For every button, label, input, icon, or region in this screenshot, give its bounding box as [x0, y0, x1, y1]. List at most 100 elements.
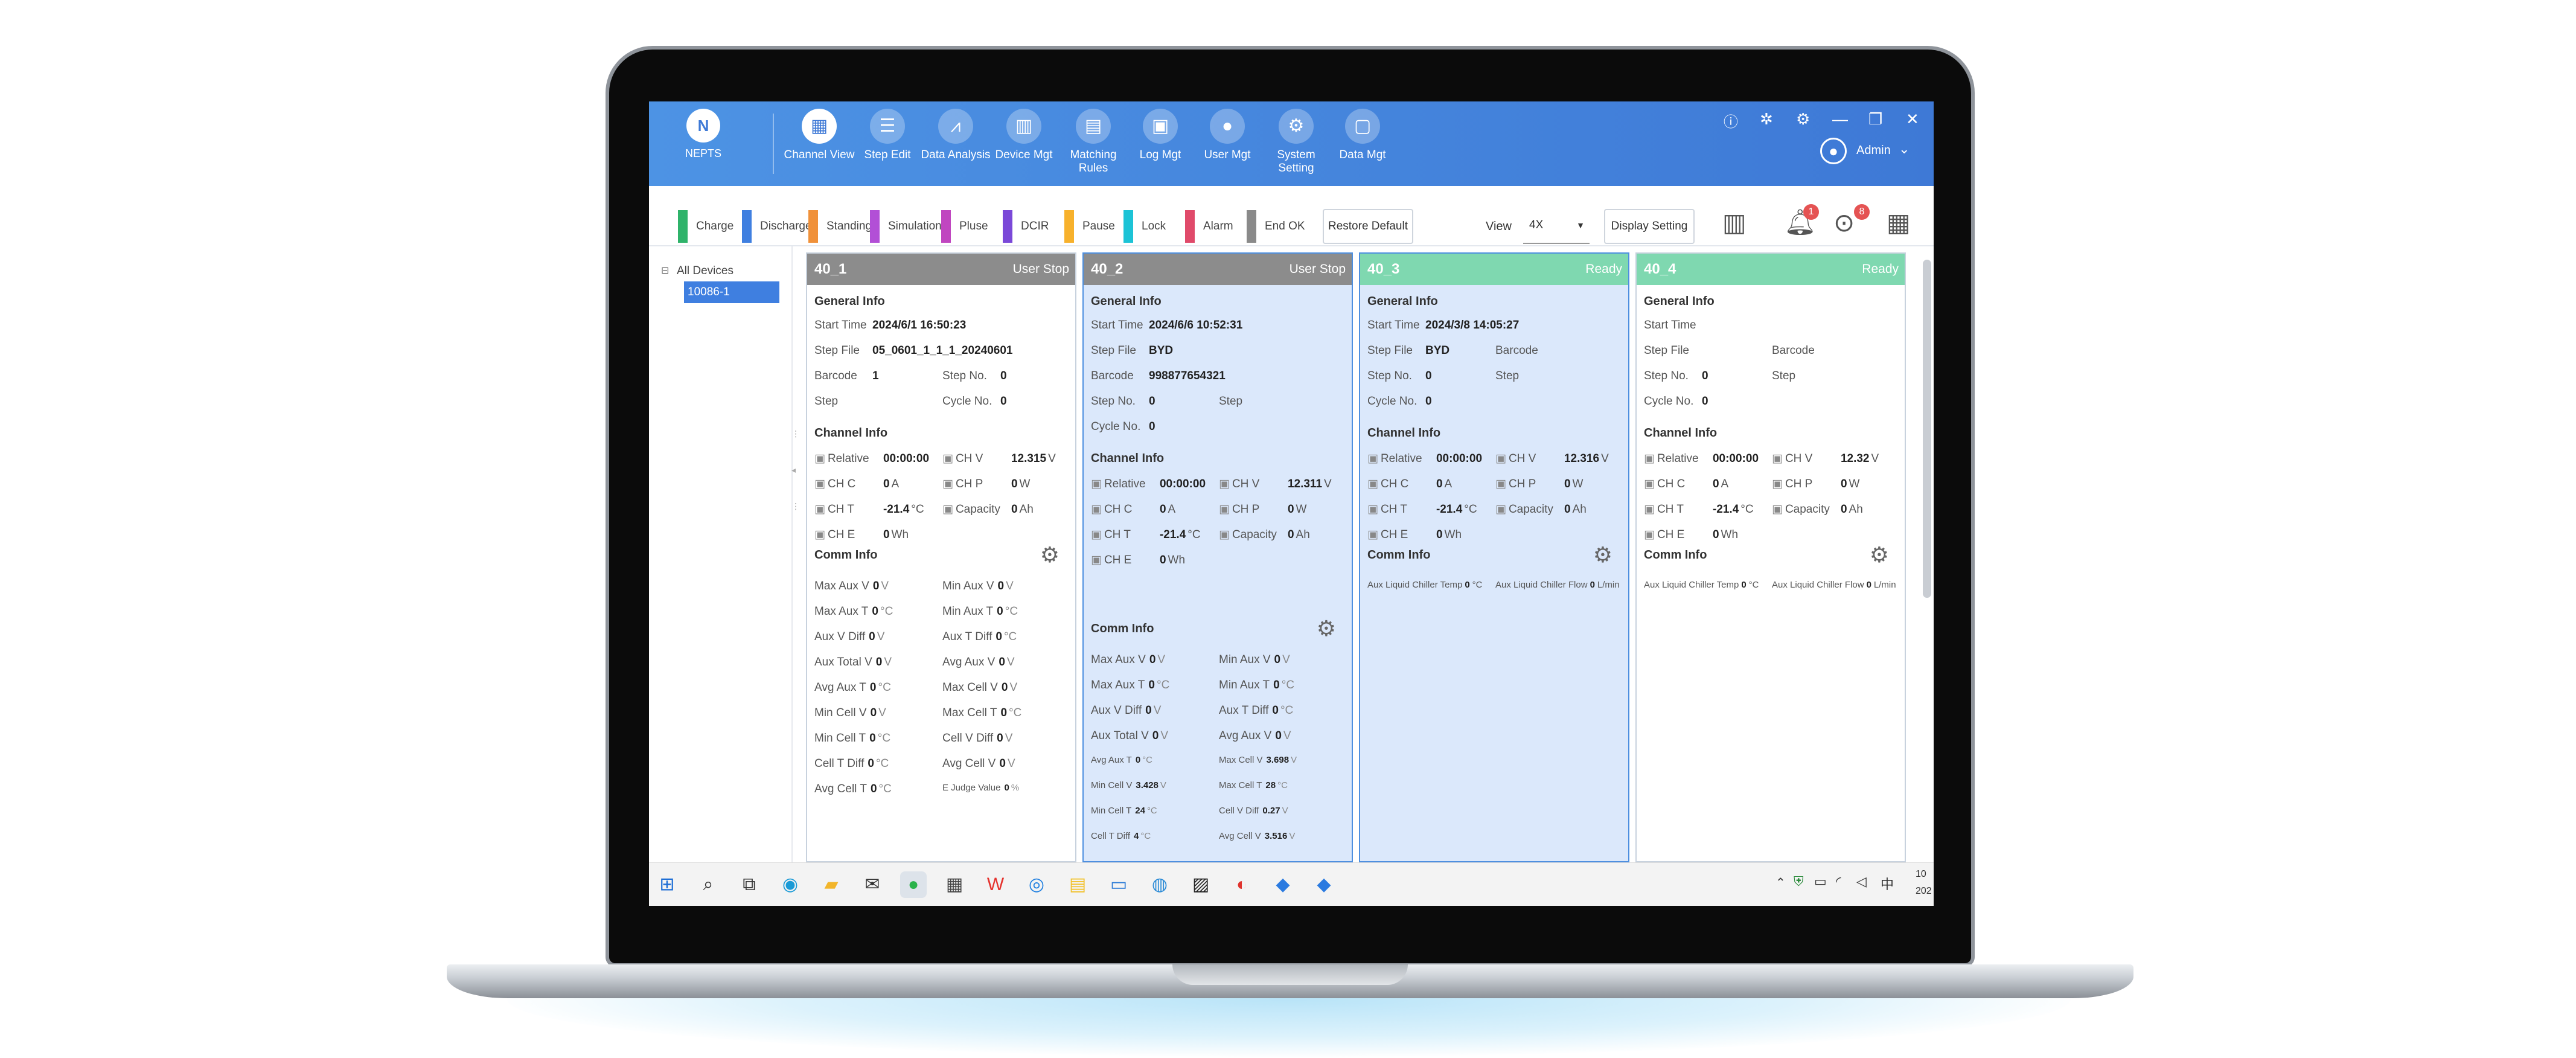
ch-e-label: CH E	[1380, 528, 1408, 541]
comm-field-label: Avg Aux V	[942, 656, 996, 668]
tree-root[interactable]: All Devices	[677, 264, 733, 278]
scrollbar[interactable]	[1923, 260, 1931, 598]
comm-settings-gear-icon[interactable]: ⚙	[1040, 542, 1059, 568]
close-icon[interactable]: ✕	[1906, 110, 1919, 129]
channel-card[interactable]: 40_4 Ready General Info Start Time Step File…	[1635, 252, 1906, 862]
clock-time[interactable]: 10	[1916, 869, 1926, 880]
calculator-icon[interactable]: ▦	[941, 871, 968, 898]
restore-default-button[interactable]: Restore Default	[1323, 209, 1413, 244]
comm-field-unit: °C	[1277, 780, 1288, 790]
splitter-handle[interactable]: ⋮ ◂ ⋮	[791, 415, 800, 524]
comm-field-value: 0	[1135, 755, 1141, 765]
file-explorer-icon[interactable]: ▰	[818, 871, 845, 898]
app-blue-icon[interactable]: ◆	[1270, 871, 1296, 898]
legend-pluse[interactable]: Pluse	[941, 210, 997, 243]
ch-e-value: 0	[1436, 528, 1443, 541]
nav-item-data-mgt[interactable]: ▢ Data Mgt	[1326, 109, 1399, 162]
capacity-label: Capacity	[1508, 503, 1553, 516]
app-blue2-icon[interactable]: ◆	[1311, 871, 1337, 898]
step-no: Step No. 0	[1367, 370, 1432, 383]
comm-field-unit: V	[1291, 755, 1297, 765]
chevron-down-icon[interactable]: ⌄	[1899, 141, 1910, 157]
comm-field-value: 0	[1148, 679, 1155, 691]
nav-item-step-edit[interactable]: ☰ Step Edit	[851, 109, 924, 162]
step-no-label: Step No.	[1367, 370, 1412, 382]
nav-item-data-analysis[interactable]: ⩘ Data Analysis	[919, 109, 992, 162]
ch-v-value: 12.32	[1840, 452, 1870, 465]
step-file: Step File BYD	[1367, 344, 1449, 357]
gear-icon[interactable]: ⚙	[1796, 110, 1810, 129]
legend-dcir[interactable]: DCIR	[1003, 210, 1057, 243]
app-red-icon[interactable]: ◐	[1229, 871, 1255, 898]
channel-card[interactable]: 40_1 User Stop General Info Start Time 2024/…	[806, 252, 1076, 862]
volume-icon[interactable]: ◁	[1856, 874, 1867, 890]
view-select[interactable]: 4X ▼	[1523, 209, 1590, 244]
nav-item-channel-view[interactable]: ▦ Channel View	[783, 109, 855, 162]
legend-alarm[interactable]: Alarm	[1185, 210, 1242, 243]
tree-item-selected[interactable]: 10086-1	[684, 281, 779, 303]
step-no: Step No. 0	[1091, 395, 1155, 408]
input-language[interactable]: 中	[1881, 874, 1894, 893]
comm-field: Max Aux V0V	[1091, 653, 1165, 667]
channel-card[interactable]: 40_3 Ready General Info Start Time 2024/3/8 …	[1359, 252, 1629, 862]
comm-settings-gear-icon[interactable]: ⚙	[1870, 542, 1889, 568]
comm-field-unit: V	[1006, 656, 1015, 668]
minimize-icon[interactable]: —	[1832, 110, 1848, 129]
edge-icon[interactable]: ◉	[777, 871, 804, 898]
step-label: Step	[1219, 395, 1243, 408]
ch-e-label: CH E	[1657, 528, 1685, 541]
grid-menu-icon[interactable]: ▦	[1887, 208, 1911, 237]
alert-icon[interactable]: ⊙	[1833, 208, 1855, 237]
tree-expand-icon[interactable]: ⊟	[661, 264, 669, 277]
comm-settings-gear-icon[interactable]: ⚙	[1317, 616, 1336, 641]
legend-charge[interactable]: Charge	[678, 210, 742, 243]
clock-date[interactable]: 202	[1916, 886, 1932, 897]
ch-v-unit: V	[1871, 452, 1879, 465]
avatar[interactable]: ●	[1820, 138, 1847, 164]
browser-icon[interactable]: ◎	[1023, 871, 1050, 898]
ch-t-unit: °C	[1187, 528, 1201, 541]
nav-label: Matching Rules	[1070, 149, 1117, 175]
wechat-icon[interactable]: ●	[900, 871, 927, 898]
nav-item-matching-rules[interactable]: ▤ Matching Rules	[1057, 109, 1130, 175]
nav-label: User Mgt	[1204, 149, 1251, 161]
remote-icon[interactable]: ▭	[1105, 871, 1132, 898]
ch-e: ▣ CH E 0 Wh	[1644, 528, 1738, 542]
channel-card[interactable]: 40_2 User Stop General Info Start Time 2024/…	[1082, 252, 1353, 862]
display-setting-button[interactable]: Display Setting	[1604, 209, 1695, 244]
nav-item-system-setting[interactable]: ⚙ System Setting	[1260, 109, 1332, 175]
cycle-no-value: 0	[1425, 395, 1432, 408]
nav-item-user-mgt[interactable]: ● User Mgt	[1191, 109, 1264, 162]
comm-field-unit: °C	[1140, 831, 1151, 841]
notes-icon[interactable]: ▤	[1064, 871, 1091, 898]
windows-start-icon[interactable]: ⊞	[654, 871, 680, 898]
network-icon[interactable]: ▭	[1814, 874, 1827, 890]
step-file-label: Step File	[1367, 344, 1413, 357]
user-name[interactable]: Admin	[1856, 144, 1891, 158]
nav-item-log-mgt[interactable]: ▣ Log Mgt	[1124, 109, 1197, 162]
shield-icon[interactable]: ⛨	[1794, 874, 1804, 890]
nav-item-device-mgt[interactable]: ▥ Device Mgt	[988, 109, 1060, 162]
info-icon[interactable]: ⓘ	[1724, 110, 1738, 131]
start-time-label: Start Time	[814, 319, 867, 332]
comm-field-unit: V	[1282, 653, 1290, 666]
mail-icon[interactable]: ✉	[859, 871, 886, 898]
legend-pause[interactable]: Pause	[1064, 210, 1123, 243]
legend-end-ok[interactable]: End OK	[1247, 210, 1314, 243]
tray-chevron-icon[interactable]: ⌃	[1775, 875, 1786, 890]
search-icon[interactable]: ⌕	[695, 871, 721, 898]
current-icon: ▣	[1644, 478, 1655, 490]
app-icon[interactable]: ◍	[1146, 871, 1173, 898]
skin-icon[interactable]: ✲	[1760, 110, 1773, 129]
legend-simulation[interactable]: Simulation	[870, 210, 950, 243]
wifi-icon[interactable]: ◜	[1836, 874, 1841, 890]
wps-icon[interactable]: W	[982, 871, 1009, 898]
legend-swatch	[742, 210, 752, 243]
comm-field-value: 0	[869, 681, 877, 694]
restore-icon[interactable]: ❐	[1868, 110, 1882, 129]
bar-chart-icon[interactable]: ▥	[1722, 208, 1747, 237]
task-view-icon[interactable]: ⧉	[736, 871, 762, 898]
legend-lock[interactable]: Lock	[1123, 210, 1174, 243]
comm-settings-gear-icon[interactable]: ⚙	[1593, 542, 1612, 568]
photos-icon[interactable]: ▨	[1187, 871, 1214, 898]
